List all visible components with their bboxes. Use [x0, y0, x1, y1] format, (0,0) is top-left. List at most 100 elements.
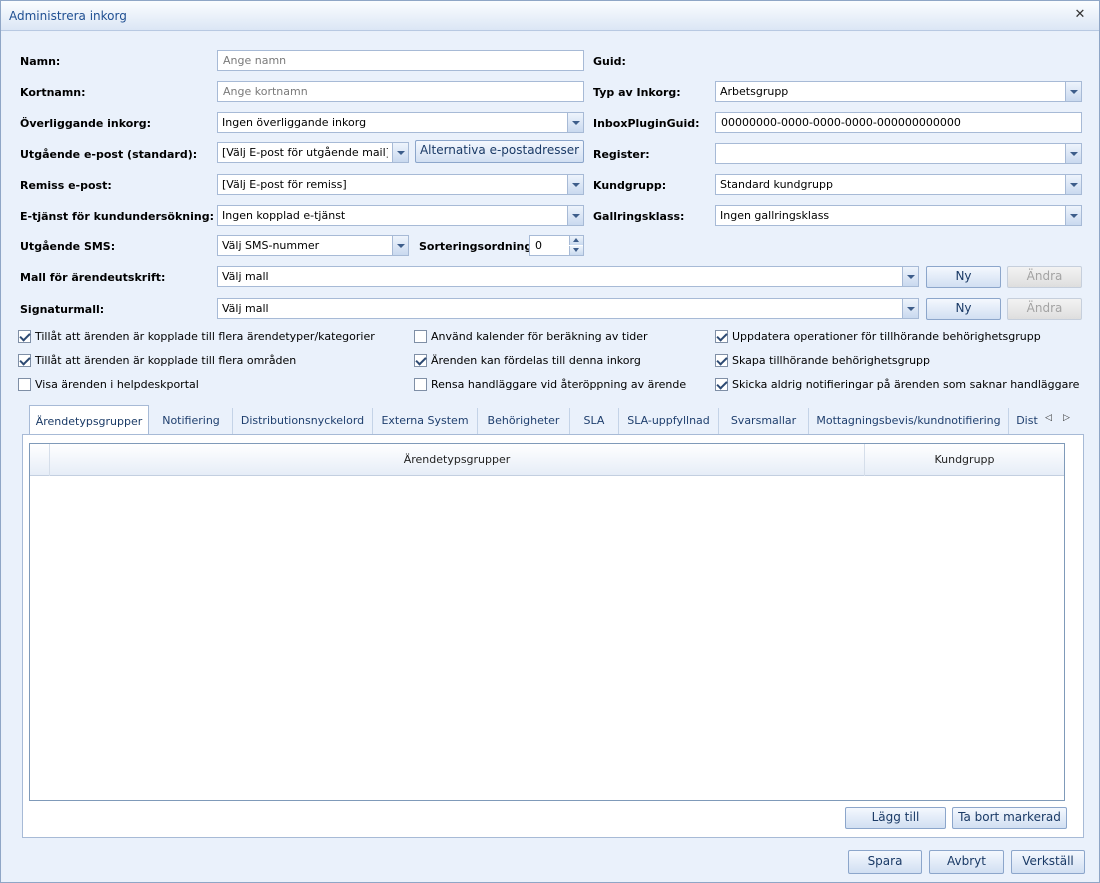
- kortnamn-input[interactable]: Ange kortnamn: [217, 81, 584, 102]
- register-select[interactable]: [715, 143, 1082, 164]
- tab-dist[interactable]: Dist: [1009, 408, 1045, 435]
- sorteringsordning-label: Sorteringsordning:: [419, 240, 537, 253]
- checkbox-box[interactable]: [18, 377, 31, 391]
- remiss-epost-value: [Välj E-post för remiss]: [222, 178, 347, 191]
- overliggande-inkorg-select[interactable]: Ingen överliggande inkorg: [217, 112, 584, 133]
- checkbox-kalender[interactable]: Använd kalender för beräkning av tider: [414, 328, 648, 344]
- avbryt-button[interactable]: Avbryt: [929, 850, 1004, 874]
- grid-column-header-arendetypsgrupper[interactable]: Ärendetypsgrupper: [50, 444, 865, 476]
- checkbox-uppdatera-operationer[interactable]: Uppdatera operationer för tillhörande be…: [715, 328, 1041, 344]
- checkbox-flera-omraden[interactable]: Tillåt att ärenden är kopplade till fler…: [18, 352, 296, 368]
- gallringsklass-select[interactable]: Ingen gallringsklass: [715, 205, 1082, 226]
- tab-notifiering[interactable]: Notifiering: [150, 408, 233, 435]
- checkbox-rensa-handlaggare[interactable]: Rensa handläggare vid återöppning av äre…: [414, 376, 686, 392]
- checkbox-helpdeskportal[interactable]: Visa ärenden i helpdeskportal: [18, 376, 199, 392]
- namn-input[interactable]: Ange namn: [217, 50, 584, 71]
- checkbox-label: Visa ärenden i helpdeskportal: [35, 377, 199, 391]
- checkbox-flera-arendetyper[interactable]: Tillåt att ärenden är kopplade till fler…: [18, 328, 375, 344]
- chevron-down-icon[interactable]: [392, 236, 408, 255]
- utgaende-sms-select[interactable]: Välj SMS-nummer: [217, 235, 409, 256]
- checkbox-label: Tillåt att ärenden är kopplade till fler…: [35, 329, 375, 343]
- signaturmall-label: Signaturmall:: [20, 303, 105, 316]
- signaturmall-value: Välj mall: [222, 302, 269, 315]
- stepper-up-icon[interactable]: [569, 236, 583, 245]
- checkbox-box[interactable]: [715, 329, 728, 343]
- etjanst-label: E-tjänst för kundundersökning:: [20, 210, 214, 223]
- remiss-epost-select[interactable]: [Välj E-post för remiss]: [217, 174, 584, 195]
- lagg-till-button[interactable]: Lägg till: [845, 807, 946, 829]
- dialog-content: Namn: Kortnamn: Överliggande inkorg: Utg…: [3, 32, 1097, 882]
- inbox-plugin-guid-label: InboxPluginGuid:: [593, 117, 700, 130]
- kundgrupp-value: Standard kundgrupp: [720, 178, 833, 191]
- tab-distributionsnyckelord[interactable]: Distributionsnyckelord: [233, 408, 373, 435]
- checkbox-box[interactable]: [414, 329, 427, 343]
- signaturmall-select[interactable]: Välj mall: [217, 298, 919, 319]
- grid-row-selector-header: [30, 444, 50, 476]
- tab-mottagningsbevis[interactable]: Mottagningsbevis/kundnotifiering: [809, 408, 1009, 435]
- gallringsklass-label: Gallringsklass:: [593, 210, 685, 223]
- mall-arendeutskrift-select[interactable]: Välj mall: [217, 266, 919, 287]
- tab-sla[interactable]: SLA: [570, 408, 619, 435]
- checkbox-box[interactable]: [18, 329, 31, 343]
- kundgrupp-select[interactable]: Standard kundgrupp: [715, 174, 1082, 195]
- alternativa-epostadresser-button[interactable]: Alternativa e-postadresser: [415, 140, 584, 163]
- stepper-down-icon[interactable]: [569, 246, 583, 255]
- arendetypsgrupper-grid[interactable]: Ärendetypsgrupper Kundgrupp: [29, 443, 1065, 801]
- checkbox-box[interactable]: [414, 377, 427, 391]
- utgaende-epost-select[interactable]: [Välj E-post för utgående mail]: [217, 142, 409, 163]
- checkbox-box[interactable]: [18, 353, 31, 367]
- checkbox-box[interactable]: [715, 353, 728, 367]
- verkstall-button[interactable]: Verkställ: [1011, 850, 1085, 874]
- chevron-down-icon[interactable]: [902, 299, 918, 318]
- chevron-down-icon[interactable]: [567, 206, 583, 225]
- tab-scroll-left-icon[interactable]: ◁: [1045, 413, 1052, 423]
- chevron-down-icon[interactable]: [1065, 82, 1081, 101]
- chevron-down-icon[interactable]: [1065, 206, 1081, 225]
- tab-panel: Ärendetypsgrupper Kundgrupp Lägg till Ta…: [22, 434, 1084, 838]
- overliggande-inkorg-label: Överliggande inkorg:: [20, 117, 151, 130]
- chevron-down-icon[interactable]: [567, 113, 583, 132]
- dialog-window: Administrera inkorg ✕ Namn: Kortnamn: Öv…: [0, 0, 1100, 883]
- checkbox-label: Rensa handläggare vid återöppning av äre…: [431, 377, 687, 391]
- inbox-plugin-guid-input[interactable]: 00000000-0000-0000-0000-000000000000: [715, 112, 1082, 133]
- grid-column-header-kundgrupp[interactable]: Kundgrupp: [865, 444, 1064, 476]
- typ-av-inkorg-select[interactable]: Arbetsgrupp: [715, 81, 1082, 102]
- tab-arendetypsgrupper[interactable]: Ärendetypsgrupper: [29, 405, 149, 436]
- checkbox-label: Tillåt att ärenden är kopplade till fler…: [35, 353, 297, 367]
- checkbox-skapa-behorighetsgrupp[interactable]: Skapa tillhörande behörighetsgrupp: [715, 352, 930, 368]
- window-title: Administrera inkorg: [9, 9, 127, 23]
- signaturmall-andra-button[interactable]: Ändra: [1007, 298, 1082, 320]
- utgaende-epost-value: [Välj E-post för utgående mail]: [222, 146, 388, 159]
- checkbox-label: Skapa tillhörande behörighetsgrupp: [732, 353, 931, 367]
- chevron-down-icon[interactable]: [567, 175, 583, 194]
- kortnamn-label: Kortnamn:: [20, 86, 86, 99]
- tab-scroll-right-icon[interactable]: ▷: [1063, 413, 1070, 423]
- tab-behorigheter[interactable]: Behörigheter: [478, 408, 570, 435]
- tab-sla-uppfyllnad[interactable]: SLA-uppfyllnad: [619, 408, 719, 435]
- signaturmall-ny-button[interactable]: Ny: [926, 298, 1001, 320]
- checkbox-box[interactable]: [715, 377, 728, 391]
- mall-arendeutskrift-andra-button[interactable]: Ändra: [1007, 266, 1082, 288]
- tab-svarsmallar[interactable]: Svarsmallar: [719, 408, 809, 435]
- sorteringsordning-stepper[interactable]: 0: [529, 235, 584, 256]
- chevron-down-icon[interactable]: [392, 143, 408, 162]
- checkbox-label: Använd kalender för beräkning av tider: [431, 329, 648, 343]
- tab-externa-system[interactable]: Externa System: [373, 408, 478, 435]
- mall-arendeutskrift-ny-button[interactable]: Ny: [926, 266, 1001, 288]
- checkbox-label: Uppdatera operationer för tillhörande be…: [732, 329, 1041, 343]
- checkbox-label: Skicka aldrig notifieringar på ärenden s…: [732, 377, 1080, 391]
- checkbox-fordelas[interactable]: Ärenden kan fördelas till denna inkorg: [414, 352, 641, 368]
- checkbox-aldrig-notifieringar[interactable]: Skicka aldrig notifieringar på ärenden s…: [715, 376, 1079, 392]
- etjanst-select[interactable]: Ingen kopplad e-tjänst: [217, 205, 584, 226]
- ta-bort-markerad-button[interactable]: Ta bort markerad: [952, 807, 1067, 829]
- chevron-down-icon[interactable]: [1065, 175, 1081, 194]
- checkbox-label: Ärenden kan fördelas till denna inkorg: [431, 353, 641, 367]
- etjanst-value: Ingen kopplad e-tjänst: [222, 209, 346, 222]
- chevron-down-icon[interactable]: [902, 267, 918, 286]
- chevron-down-icon[interactable]: [1065, 144, 1081, 163]
- checkbox-box[interactable]: [414, 353, 427, 367]
- kundgrupp-label: Kundgrupp:: [593, 179, 667, 192]
- remiss-epost-label: Remiss e-post:: [20, 179, 112, 192]
- spara-button[interactable]: Spara: [848, 850, 922, 874]
- close-icon[interactable]: ✕: [1073, 8, 1087, 22]
